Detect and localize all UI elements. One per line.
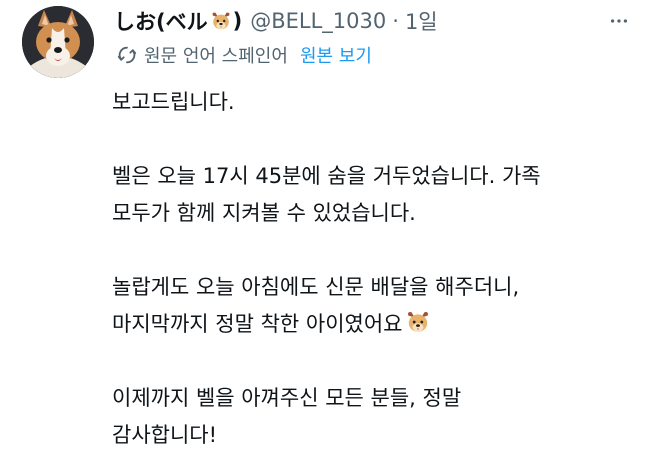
display-name[interactable]: しお(ベル ) bbox=[114, 6, 242, 36]
tweet-line: 놀랍게도 오늘 아침에도 신문 배달을 해주더니, bbox=[112, 275, 520, 299]
display-name-close: ) bbox=[232, 9, 243, 33]
tweet-line: 모두가 함께 지켜볼 수 있었습니다. bbox=[112, 201, 416, 225]
more-horizontal-icon bbox=[610, 19, 628, 23]
tweet-line: 이제까지 벨을 아껴주신 모든 분들, 정말 bbox=[112, 386, 462, 410]
tweet-header: しお(ベル ) @BELL_1030 · 1일 bbox=[114, 6, 608, 36]
paragraph-2: 벨은 오늘 17시 45분에 숨을 거두었습니다. 가족 모두가 함께 지켜볼 … bbox=[112, 158, 632, 232]
source-language-label: 원문 언어 스페인어 bbox=[144, 46, 288, 67]
timestamp[interactable]: 1일 bbox=[405, 6, 438, 36]
user-handle[interactable]: @BELL_1030 bbox=[250, 9, 386, 33]
tweet-line: 마지막까지 정말 착한 아이였어요 bbox=[112, 312, 403, 336]
tweet-text: 보고드립니다. 벨은 오늘 17시 45분에 숨을 거두었습니다. 가족 모두가… bbox=[112, 84, 632, 454]
tweet-line: 보고드립니다. bbox=[112, 90, 235, 114]
more-options-button[interactable] bbox=[604, 6, 634, 36]
view-original-link[interactable]: 원본 보기 bbox=[300, 42, 372, 68]
corgi-avatar-image bbox=[22, 6, 94, 78]
paragraph-1: 보고드립니다. bbox=[112, 84, 632, 121]
avatar[interactable] bbox=[22, 6, 94, 78]
tweet-line: 감사합니다! bbox=[112, 423, 218, 447]
paragraph-4: 이제까지 벨을 아껴주신 모든 분들, 정말 감사합니다! bbox=[112, 380, 632, 454]
tweet-line: 벨은 오늘 17시 45분에 숨을 거두었습니다. 가족 bbox=[112, 164, 541, 188]
translate-icon bbox=[117, 46, 137, 64]
translation-notice: 원문 언어 스페인어 원본 보기 bbox=[116, 42, 372, 68]
separator-dot: · bbox=[392, 9, 399, 33]
display-name-text: しお(ベル bbox=[114, 10, 208, 34]
dog-face-emoji-icon bbox=[407, 312, 428, 332]
dog-face-emoji-icon bbox=[212, 12, 230, 30]
paragraph-3: 놀랍게도 오늘 아침에도 신문 배달을 해주더니, 마지막까지 정말 착한 아이… bbox=[112, 269, 632, 343]
